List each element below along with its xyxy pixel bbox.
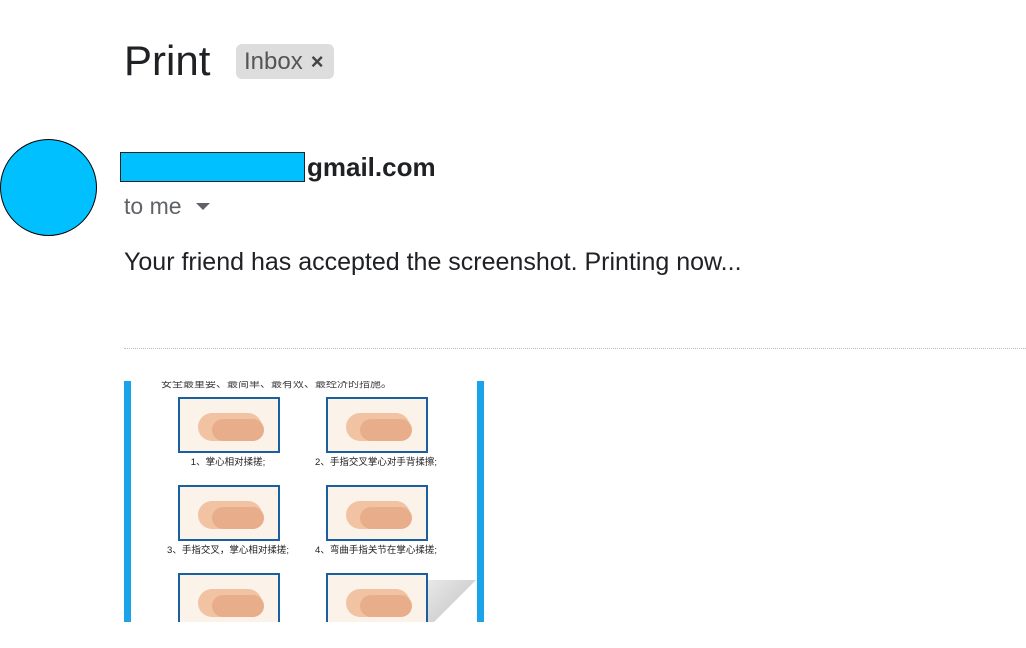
sender-domain: gmail.com bbox=[307, 151, 436, 182]
sender-address[interactable]: gmail.com bbox=[120, 150, 436, 184]
sender-avatar[interactable] bbox=[0, 139, 97, 236]
step-4: 4、弯曲手指关节在掌心揉搓; bbox=[306, 485, 446, 557]
step-2-image bbox=[326, 397, 428, 453]
attachment-header-text: 安全最重要、最简单、最有效、最经济的措施。 bbox=[161, 381, 392, 390]
remove-label-icon[interactable]: × bbox=[311, 50, 324, 73]
chevron-down-icon[interactable] bbox=[195, 202, 210, 210]
step-2-caption: 2、手指交叉掌心对手背揉擦; bbox=[315, 457, 437, 468]
inbox-label-chip[interactable]: Inbox × bbox=[236, 44, 334, 79]
step-5 bbox=[158, 573, 298, 622]
step-4-image bbox=[326, 485, 428, 541]
page-curl-icon bbox=[428, 580, 477, 622]
step-1: 1、掌心相对揉搓; bbox=[158, 397, 298, 469]
step-6 bbox=[306, 573, 446, 622]
label-chip-text: Inbox bbox=[244, 47, 303, 75]
email-body: Your friend has accepted the screenshot.… bbox=[124, 248, 742, 276]
recipient-label: to me bbox=[124, 192, 182, 219]
step-3-caption: 3、手指交叉，掌心相对揉搓; bbox=[167, 545, 289, 556]
step-1-caption: 1、掌心相对揉搓; bbox=[190, 457, 266, 468]
step-3-image bbox=[178, 485, 280, 541]
step-5-image bbox=[178, 573, 280, 622]
attachment-divider bbox=[124, 348, 1026, 349]
step-6-image bbox=[326, 573, 428, 622]
step-3: 3、手指交叉，掌心相对揉搓; bbox=[158, 485, 298, 557]
image-attachment[interactable]: 安全最重要、最简单、最有效、最经济的措施。 1、掌心相对揉搓; 2、手指交叉掌心… bbox=[124, 381, 484, 622]
step-1-image bbox=[178, 397, 280, 453]
redaction-box bbox=[120, 152, 305, 182]
email-subject: Print bbox=[124, 37, 211, 84]
step-2: 2、手指交叉掌心对手背揉擦; bbox=[306, 397, 446, 469]
step-4-caption: 4、弯曲手指关节在掌心揉搓; bbox=[315, 545, 437, 556]
recipient-details-toggle[interactable]: to me bbox=[124, 190, 210, 222]
